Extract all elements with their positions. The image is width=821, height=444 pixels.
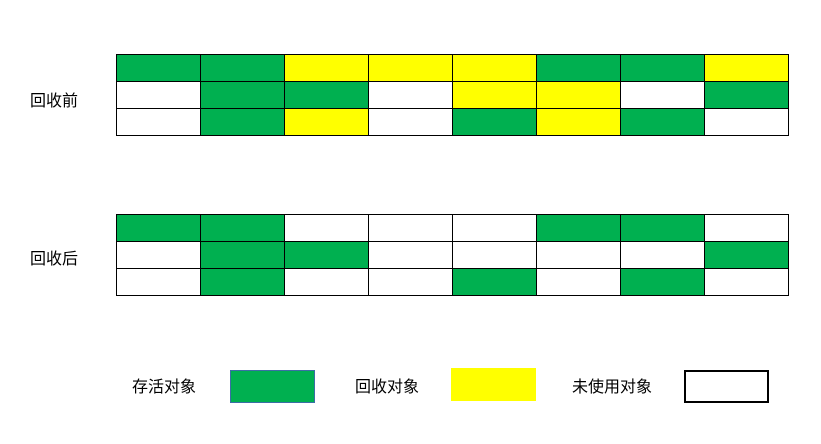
memory-cell-recycled xyxy=(369,55,453,82)
memory-cell-recycled xyxy=(453,55,537,82)
memory-cell-live xyxy=(453,269,537,296)
memory-cell-live xyxy=(117,215,201,242)
memory-cell-recycled xyxy=(453,82,537,109)
memory-cell-unused xyxy=(705,269,789,296)
legend-live-label: 存活对象 xyxy=(132,377,197,396)
memory-cell-unused xyxy=(285,269,369,296)
after-collection-grid xyxy=(116,214,789,296)
memory-cell-live xyxy=(621,215,705,242)
before-collection-grid xyxy=(116,54,789,136)
memory-cell-live xyxy=(201,215,285,242)
memory-cell-recycled xyxy=(285,109,369,136)
memory-cell-unused xyxy=(453,215,537,242)
memory-cell-live xyxy=(537,55,621,82)
memory-cell-live xyxy=(285,82,369,109)
memory-cell-unused xyxy=(705,109,789,136)
memory-cell-unused xyxy=(537,242,621,269)
legend-live-swatch xyxy=(230,370,315,403)
memory-cell-live xyxy=(201,109,285,136)
memory-cell-recycled xyxy=(285,55,369,82)
memory-cell-unused xyxy=(117,242,201,269)
memory-cell-live xyxy=(705,242,789,269)
memory-cell-live xyxy=(621,55,705,82)
legend-recycled-swatch xyxy=(451,368,536,401)
after-collection-label: 回收后 xyxy=(30,249,79,268)
legend-recycled-label: 回收对象 xyxy=(355,377,420,396)
legend-unused-label: 未使用对象 xyxy=(572,377,653,396)
memory-cell-live xyxy=(201,269,285,296)
memory-cell-live xyxy=(621,269,705,296)
memory-cell-live xyxy=(705,82,789,109)
memory-cell-live xyxy=(201,82,285,109)
memory-cell-unused xyxy=(621,242,705,269)
memory-cell-live xyxy=(285,242,369,269)
memory-cell-recycled xyxy=(705,55,789,82)
memory-cell-unused xyxy=(369,269,453,296)
memory-cell-unused xyxy=(369,82,453,109)
memory-cell-unused xyxy=(369,215,453,242)
memory-cell-live xyxy=(201,55,285,82)
memory-cell-unused xyxy=(705,215,789,242)
memory-cell-live xyxy=(117,55,201,82)
before-collection-label: 回收前 xyxy=(30,91,79,110)
memory-cell-unused xyxy=(453,242,537,269)
memory-cell-unused xyxy=(117,109,201,136)
memory-cell-unused xyxy=(537,269,621,296)
memory-cell-live xyxy=(537,215,621,242)
memory-cell-live xyxy=(201,242,285,269)
memory-cell-live xyxy=(453,109,537,136)
memory-cell-unused xyxy=(117,269,201,296)
memory-cell-unused xyxy=(285,215,369,242)
memory-cell-unused xyxy=(621,82,705,109)
memory-cell-recycled xyxy=(537,109,621,136)
memory-cell-recycled xyxy=(537,82,621,109)
memory-cell-unused xyxy=(369,109,453,136)
memory-cell-unused xyxy=(117,82,201,109)
memory-cell-unused xyxy=(369,242,453,269)
legend-unused-swatch xyxy=(684,370,769,403)
memory-cell-live xyxy=(621,109,705,136)
